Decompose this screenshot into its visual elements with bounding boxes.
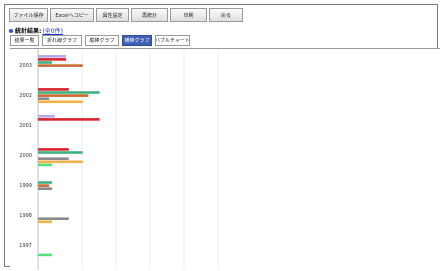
- bar: [38, 187, 52, 190]
- toolbar: ファイル保存 Excelへコピー 属性設定 再統計 印刷 戻る: [9, 8, 245, 23]
- recalculate-button[interactable]: 再統計: [131, 8, 168, 22]
- tick-label: 1997: [19, 243, 32, 249]
- attribute-settings-button[interactable]: 属性設定: [96, 8, 129, 22]
- bar: [38, 61, 52, 64]
- bar: [38, 91, 100, 94]
- bar: [38, 64, 83, 67]
- tick-label: 2001: [19, 123, 32, 129]
- tab-results-list[interactable]: 結果一覧: [10, 35, 39, 46]
- tab-bar-chart[interactable]: 横棒グラフ: [122, 35, 152, 46]
- bar: [38, 97, 50, 100]
- chart-tabs: 結果一覧 折れ線グラフ 縦棒グラフ 横棒グラフ バブルチャート: [10, 35, 193, 46]
- result-title: 統計結果:: [15, 28, 42, 35]
- chart-area: 2003 2002 2001 2000 1999 1998 1997: [10, 48, 440, 271]
- tick-label: 1998: [19, 213, 32, 219]
- back-button[interactable]: 戻る: [209, 8, 243, 22]
- result-count-link[interactable]: (全0件): [42, 26, 63, 35]
- bar: [38, 181, 52, 184]
- bar: [38, 220, 52, 224]
- bar: [38, 217, 69, 220]
- bar: [38, 157, 69, 160]
- tab-column-chart[interactable]: 縦棒グラフ: [85, 35, 119, 46]
- bullet-icon: [9, 28, 13, 33]
- tab-bubble-chart[interactable]: バブルチャート: [155, 35, 190, 46]
- tick-label: 2000: [19, 153, 32, 159]
- bar: [38, 151, 83, 154]
- bar: [38, 55, 66, 58]
- tick-label: 1999: [19, 183, 32, 189]
- bar: [38, 163, 52, 167]
- bar: [38, 115, 55, 118]
- result-heading: 統計結果: (全0件): [9, 26, 63, 35]
- tick-label: 2002: [19, 93, 32, 99]
- bar: [38, 160, 83, 164]
- bar: [38, 58, 66, 61]
- bar: [38, 94, 89, 97]
- tick-label: 2003: [19, 63, 32, 69]
- bar: [38, 184, 50, 187]
- tab-line-chart[interactable]: 折れ線グラフ: [42, 35, 82, 46]
- bar: [38, 253, 52, 257]
- bar-chart: 2003 2002 2001 2000 1999 1998 1997: [19, 49, 219, 270]
- bar: [38, 118, 100, 121]
- save-file-button[interactable]: ファイル保存: [9, 8, 48, 22]
- copy-to-excel-button[interactable]: Excelへコピー: [50, 8, 94, 22]
- bar: [38, 100, 83, 104]
- print-button[interactable]: 印刷: [170, 8, 207, 22]
- bar: [38, 148, 69, 151]
- bar: [38, 88, 69, 91]
- statistics-window: ファイル保存 Excelへコピー 属性設定 再統計 印刷 戻る 統計結果: (全…: [4, 4, 440, 271]
